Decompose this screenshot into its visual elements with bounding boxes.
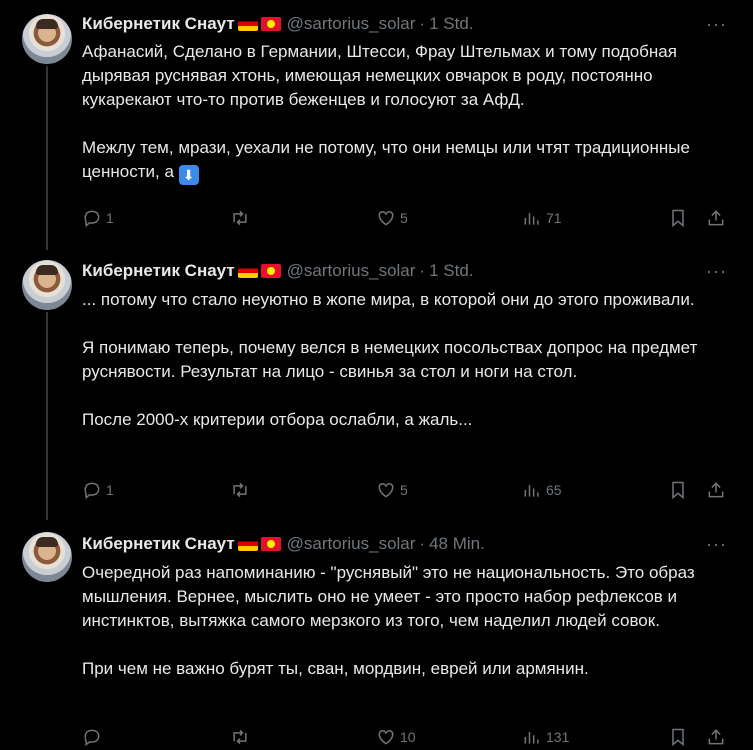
views-icon	[524, 485, 539, 497]
tweet-3[interactable]: Кибернетик Снаут @sartorius_solar · 48 M…	[0, 520, 753, 747]
tweet-paragraph: Очередной раз напоминанию - "руснявый" э…	[82, 563, 695, 630]
reply-icon	[84, 729, 100, 746]
retweet-icon	[233, 210, 247, 226]
reply-button[interactable]: 1	[82, 205, 114, 231]
reply-button[interactable]	[82, 724, 106, 750]
share-icon	[708, 729, 724, 745]
retweet-button[interactable]	[230, 477, 250, 503]
heart-icon	[378, 210, 394, 226]
more-icon[interactable]: ···	[706, 261, 727, 282]
avatar[interactable]	[22, 14, 72, 64]
bookmark-button[interactable]	[668, 724, 688, 750]
bookmark-button[interactable]	[668, 477, 688, 503]
views-count: 71	[546, 210, 562, 226]
germany-flag-icon	[237, 264, 258, 278]
share-button[interactable]	[706, 724, 726, 750]
timestamp[interactable]: 1 Std.	[429, 14, 473, 34]
separator-dot: ·	[419, 534, 426, 553]
kyrgyzstan-flag-icon	[260, 17, 281, 31]
more-icon[interactable]: ···	[706, 534, 727, 555]
tweet-text: Афанасий, Сделано в Германии, Штесси, Фр…	[82, 40, 722, 185]
like-button[interactable]: 5	[376, 477, 408, 503]
views-icon	[524, 732, 539, 744]
tweet-2[interactable]: Кибернетик Снаут @sartorius_solar · 1 St…	[0, 250, 753, 520]
tweet-paragraph: Межлу тем, мрази, уехали не потому, что …	[82, 136, 722, 185]
bookmark-icon	[672, 481, 684, 500]
views-count: 131	[546, 729, 570, 745]
tweet-paragraph: Я понимаю теперь, почему велся в немецки…	[82, 338, 698, 381]
reply-icon	[84, 210, 100, 227]
down-arrow-emoji-icon: ⬇	[178, 165, 199, 185]
author-handle[interactable]: @sartorius_solar	[287, 534, 416, 554]
retweet-button[interactable]	[230, 205, 250, 231]
views-count: 65	[546, 482, 562, 498]
retweet-button[interactable]	[230, 724, 250, 750]
reply-button[interactable]: 1	[82, 477, 114, 503]
views-icon	[524, 213, 539, 225]
like-count: 10	[400, 729, 416, 745]
views-button[interactable]: 65	[522, 477, 562, 503]
tweet-paragraph-text: Межлу тем, мрази, уехали не потому, что …	[82, 138, 690, 181]
views-button[interactable]: 131	[522, 724, 569, 750]
like-count: 5	[400, 210, 408, 226]
tweet-paragraph: При чем не важно бурят ты, сван, мордвин…	[82, 659, 589, 678]
tweet-actions: 10 131	[82, 724, 732, 750]
tweet-header: Кибернетик Снаут @sartorius_solar · 1 St…	[82, 260, 474, 282]
tweet-paragraph: Афанасий, Сделано в Германии, Штесси, Фр…	[82, 42, 677, 109]
bookmark-icon	[672, 728, 684, 747]
tweet-actions: 1 5 65	[82, 477, 732, 503]
avatar[interactable]	[22, 532, 72, 582]
heart-icon	[378, 729, 394, 745]
tweet-1[interactable]: Кибернетик Снаут @sartorius_solar · 1 St…	[0, 0, 753, 250]
tweet-header: Кибернетик Снаут @sartorius_solar · 1 St…	[82, 13, 474, 35]
share-button[interactable]	[706, 477, 726, 503]
bookmark-button[interactable]	[668, 205, 688, 231]
author-name[interactable]: Кибернетик Снаут	[82, 534, 235, 554]
tweet-header: Кибернетик Снаут @sartorius_solar · 48 M…	[82, 533, 485, 555]
tweet-text: ... потому что стало неуютно в жопе мира…	[82, 288, 722, 432]
bookmark-icon	[672, 209, 684, 228]
author-handle[interactable]: @sartorius_solar	[287, 14, 416, 34]
germany-flag-icon	[237, 537, 258, 551]
retweet-icon	[233, 482, 247, 498]
views-button[interactable]: 71	[522, 205, 562, 231]
timestamp[interactable]: 48 Min.	[429, 534, 485, 554]
thread-line	[46, 312, 48, 520]
like-button[interactable]: 10	[376, 724, 416, 750]
separator-dot: ·	[419, 14, 426, 33]
heart-icon	[378, 482, 394, 498]
share-icon	[708, 482, 724, 498]
author-handle[interactable]: @sartorius_solar	[287, 261, 416, 281]
like-count: 5	[400, 482, 408, 498]
like-button[interactable]: 5	[376, 205, 408, 231]
reply-icon	[84, 482, 100, 499]
tweet-actions: 1 5 71	[82, 205, 732, 231]
more-icon[interactable]: ···	[706, 14, 727, 35]
kyrgyzstan-flag-icon	[260, 264, 281, 278]
tweet-text: Очередной раз напоминанию - "руснявый" э…	[82, 561, 722, 681]
separator-dot: ·	[419, 261, 426, 280]
share-icon	[708, 210, 724, 226]
thread-line	[46, 66, 48, 250]
timestamp[interactable]: 1 Std.	[429, 261, 473, 281]
kyrgyzstan-flag-icon	[260, 537, 281, 551]
reply-count: 1	[106, 482, 114, 498]
tweet-paragraph: ... потому что стало неуютно в жопе мира…	[82, 290, 695, 309]
reply-count: 1	[106, 210, 114, 226]
author-name[interactable]: Кибернетик Снаут	[82, 14, 235, 34]
germany-flag-icon	[237, 17, 258, 31]
retweet-icon	[233, 729, 247, 745]
share-button[interactable]	[706, 205, 726, 231]
avatar[interactable]	[22, 260, 72, 310]
tweet-paragraph: После 2000-х критерии отбора ослабли, а …	[82, 410, 473, 429]
author-name[interactable]: Кибернетик Снаут	[82, 261, 235, 281]
